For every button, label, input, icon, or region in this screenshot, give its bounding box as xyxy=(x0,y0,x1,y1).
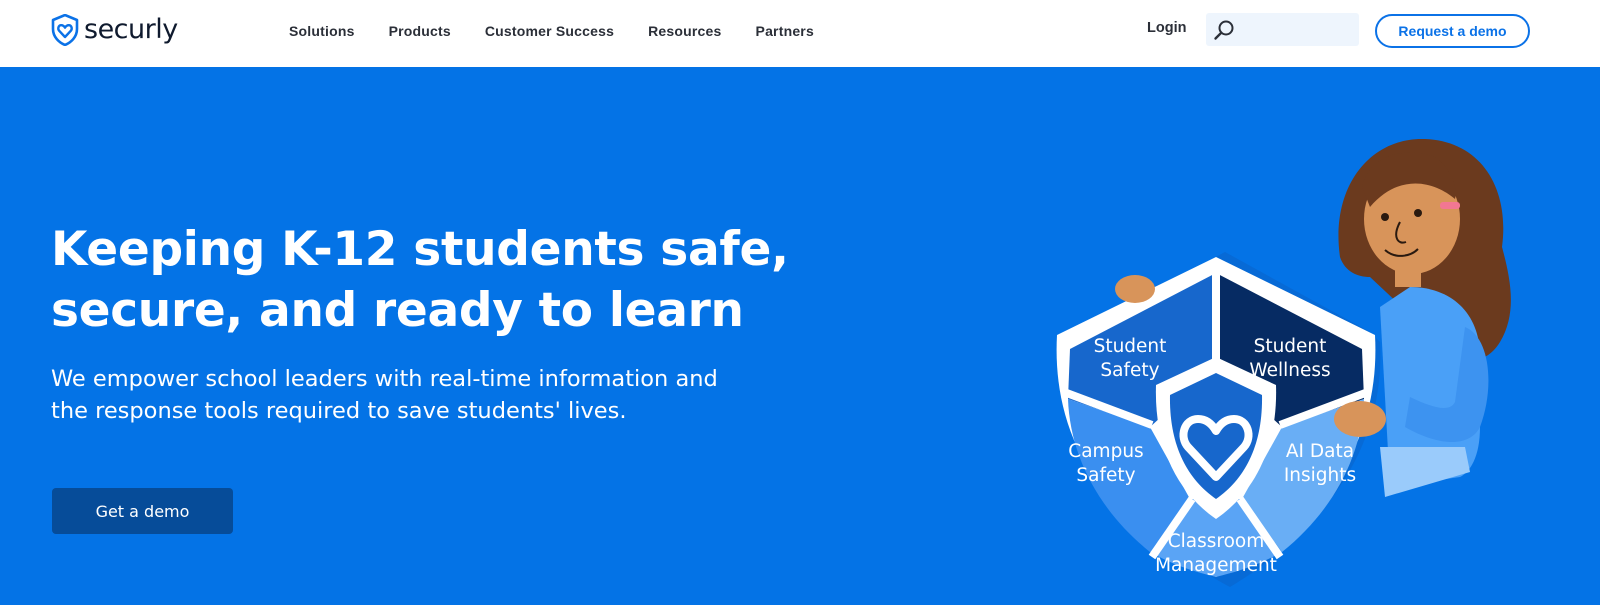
label-student-wellness-1: Student xyxy=(1254,336,1327,357)
student-hair-clip xyxy=(1440,202,1460,209)
label-student-wellness-2: Wellness xyxy=(1249,360,1330,381)
shield-illustration: Student Safety Student Wellness Campus S… xyxy=(1056,138,1511,587)
label-campus-safety-1: Campus xyxy=(1068,441,1143,462)
main-nav: Solutions Products Customer Success Reso… xyxy=(289,0,848,61)
student-skirt xyxy=(1380,447,1470,497)
student-eye-right xyxy=(1414,209,1422,217)
nav-item-products[interactable]: Products xyxy=(389,23,451,39)
nav-item-customer-success[interactable]: Customer Success xyxy=(485,23,614,39)
hero-subtext: We empower school leaders with real-time… xyxy=(51,363,791,427)
label-campus-safety-2: Safety xyxy=(1076,465,1135,486)
label-ai-data-insights-2: Insights xyxy=(1284,465,1356,486)
hero-headline-line-2: secure, and ready to learn xyxy=(51,283,744,338)
search-box xyxy=(1206,13,1359,46)
search-input[interactable] xyxy=(1240,13,1355,46)
nav-item-partners[interactable]: Partners xyxy=(756,23,814,39)
student-eye-left xyxy=(1381,213,1389,221)
request-demo-button[interactable]: Request a demo xyxy=(1375,14,1530,48)
securly-logo[interactable]: securly xyxy=(51,14,178,46)
logo-wordmark: securly xyxy=(84,14,178,45)
hero-headline: Keeping K-12 students safe, secure, and … xyxy=(51,219,811,341)
nav-item-solutions[interactable]: Solutions xyxy=(289,23,355,39)
label-classroom-management-1: Classroom xyxy=(1168,531,1265,552)
label-ai-data-insights-1: AI Data xyxy=(1286,441,1354,462)
hero-headline-line-1: Keeping K-12 students safe, xyxy=(51,222,789,277)
top-navigation-bar: securly Solutions Products Customer Succ… xyxy=(0,0,1600,67)
search-icon[interactable] xyxy=(1212,18,1236,42)
label-student-safety-1: Student xyxy=(1094,336,1167,357)
hero-subtext-line-2: the response tools required to save stud… xyxy=(51,398,627,424)
student-hand-left xyxy=(1115,275,1155,303)
get-demo-button[interactable]: Get a demo xyxy=(52,488,233,534)
nav-item-resources[interactable]: Resources xyxy=(648,23,721,39)
student-hand-right xyxy=(1334,401,1386,437)
hero-section: Keeping K-12 students safe, secure, and … xyxy=(0,67,1600,605)
label-classroom-management-2: Management xyxy=(1155,555,1277,576)
hero-subtext-line-1: We empower school leaders with real-time… xyxy=(51,366,718,392)
label-student-safety-2: Safety xyxy=(1100,360,1159,381)
login-link[interactable]: Login xyxy=(1147,20,1186,36)
shield-heart-logo-icon xyxy=(51,14,79,46)
